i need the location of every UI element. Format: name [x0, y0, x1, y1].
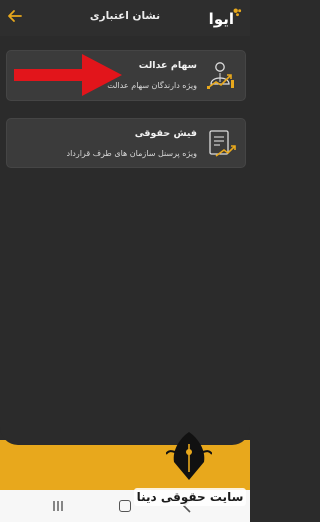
watermark: سایت حقوقی دینا [134, 428, 246, 518]
app-header: ایوا نشان اعتباری [0, 0, 250, 36]
recent-apps-icon[interactable] [52, 500, 64, 512]
card-title: سهام عدالت [138, 60, 197, 71]
home-icon[interactable] [119, 500, 131, 512]
payslip-card[interactable]: فیش حقوقی ویژه پرسنل سازمان های طرف قرار… [6, 118, 246, 168]
card-subtitle: ویژه پرسنل سازمان های طرف قرارداد [66, 149, 198, 158]
watermark-text: سایت حقوقی دینا [134, 488, 246, 506]
pen-nib-logo-icon [166, 432, 212, 480]
justice-shares-icon [207, 62, 234, 89]
back-arrow-icon[interactable] [6, 7, 24, 25]
card-title: فیش حقوقی [134, 128, 197, 139]
page-title: نشان اعتباری [89, 10, 161, 22]
red-pointer-arrow-icon [14, 54, 122, 96]
payslip-icon [209, 130, 236, 157]
